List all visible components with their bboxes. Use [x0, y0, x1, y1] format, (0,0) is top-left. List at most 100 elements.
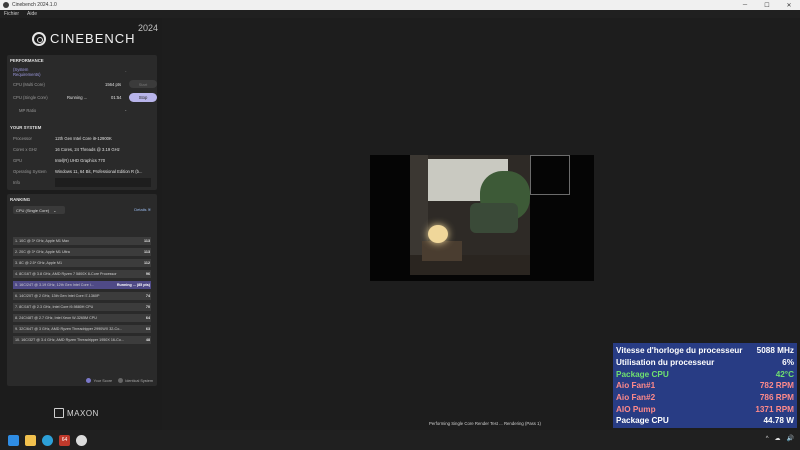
single-core-status: Running ... [67, 95, 88, 100]
menu-fichier[interactable]: Fichier [4, 11, 19, 17]
ranking-dropdown-label: CPU (Single Core) [16, 207, 50, 213]
system-row-processor: Processor 12th Gen Intel Core i9-12900K [13, 134, 153, 143]
window-controls: ─ ☐ ✕ [734, 0, 800, 10]
chevron-down-icon: ⌄ [53, 207, 57, 213]
info-label: Info [13, 180, 20, 185]
tray-chevron-icon[interactable]: ^ [766, 436, 769, 442]
app-icon [3, 2, 9, 8]
system-requirements-link[interactable]: (System Requirements) [13, 67, 55, 77]
taskbar: 64 ^ ☁ 🔊 [0, 430, 800, 450]
ranking-item[interactable]: 5. 16C/24T @ 3.19 GHz, 12th Gen Intel Co… [13, 281, 151, 289]
overlay-label: Package CPU [616, 369, 669, 379]
ranking-item-label: 8. 24C/48T @ 2.7 GHz, Intel Xeon W-3265M… [15, 316, 97, 320]
filter-icon: ≋ [147, 207, 151, 212]
ranking-item-label: 4. 8C/16T @ 3.8 GHz, AMD Ryzen 7 5800X 8… [15, 272, 117, 276]
performance-title: PERFORMANCE [10, 58, 44, 63]
cinebench-icon[interactable] [76, 434, 87, 446]
maxon-logo-icon [54, 408, 64, 418]
ranking-item-score: 48 [145, 338, 150, 342]
ranking-item[interactable]: 7. 8C/16T @ 2.3 GHz, Intel Core i9-9880H… [13, 303, 151, 311]
ranking-item-score: Running ... (85 pts) [116, 283, 150, 287]
render-image [410, 155, 530, 275]
cloud-icon[interactable]: ☁ [775, 435, 781, 442]
ranking-dropdown[interactable]: CPU (Single Core) ⌄ [13, 206, 65, 214]
perf-row-sysreq: (System Requirements) - [13, 67, 153, 77]
file-explorer-icon[interactable] [25, 434, 36, 446]
ranking-item-label: 3. 8C @ 2.5* GHz, Apple M1 [15, 261, 62, 265]
identical-system-dot [118, 378, 124, 383]
overlay-row: Aio Fan#2 786 RPM [616, 392, 794, 404]
info-field[interactable] [55, 178, 151, 187]
windows-icon[interactable] [8, 434, 19, 446]
single-core-stop-button[interactable]: Stop [129, 93, 157, 102]
overlay-value: 1371 RPM [755, 404, 794, 414]
ranking-item-score: 63 [145, 327, 150, 331]
perf-row-mpratio: MP Ratio - [13, 106, 153, 115]
edge-icon[interactable] [42, 434, 53, 446]
overlay-row: Aio Fan#1 782 RPM [616, 380, 794, 392]
gpu-label: GPU [13, 158, 23, 163]
cinebench-logo: CINEBENCH [32, 31, 136, 46]
hwinfo-overlay: Vitesse d'horloge du processeur 5088 MHz U… [613, 343, 797, 428]
overlay-value: 786 RPM [759, 393, 794, 403]
ranking-item-label: 10. 16C/32T @ 3.4 GHz, AMD Ryzen Threadr… [15, 338, 124, 342]
overlay-value: 5088 MHz [756, 346, 794, 356]
ranking-item[interactable]: 4. 8C/16T @ 3.8 GHz, AMD Ryzen 7 5800X 8… [13, 270, 151, 278]
overlay-label: Utilisation du processeur [616, 358, 715, 368]
os-label: Operating System [13, 169, 47, 174]
identical-system-label: Identical System [125, 378, 153, 383]
single-core-timer: 01:54 [111, 95, 122, 100]
system-tray: ^ ☁ 🔊 [760, 435, 794, 443]
window-title: Cinebench 2024.1.0 [12, 2, 57, 8]
overlay-row: AIO Pump 1371 RPM [616, 403, 794, 415]
overlay-row: Utilisation du processeur 6% [616, 357, 794, 369]
scene-table [422, 241, 462, 261]
system-row-gpu: GPU Intel(R) UHD Graphics 770 [13, 156, 153, 165]
ranking-item[interactable]: 9. 32C/64T @ 3 GHz, AMD Ryzen Threadripp… [13, 325, 151, 333]
overlay-label: Vitesse d'horloge du processeur [616, 346, 743, 356]
system-panel: YOUR SYSTEM Processor 12th Gen Intel Cor… [7, 122, 157, 190]
ranking-item-score: 64 [145, 316, 150, 320]
speaker-icon[interactable]: 🔊 [787, 435, 794, 442]
ranking-item[interactable]: 8. 24C/48T @ 2.7 GHz, Intel Xeon W-3265M… [13, 314, 151, 322]
details-link[interactable]: Details ≋ [134, 207, 151, 212]
ranking-item-label: 9. 32C/64T @ 3 GHz, AMD Ryzen Threadripp… [15, 327, 123, 331]
render-viewport [370, 155, 594, 281]
ranking-legend: Your Score Identical System [80, 378, 153, 383]
perf-row-multi: CPU (Multi Core) 1564 pts Start [13, 80, 157, 89]
overlay-value: 42°C [775, 369, 794, 379]
overlay-label: Aio Fan#2 [616, 393, 656, 403]
app-root: Cinebench 2024.1.0 ─ ☐ ✕ Fichier Aide CI… [0, 0, 800, 450]
scene-chair [470, 203, 518, 233]
ranking-panel: RANKING CPU (Single Core) ⌄ Details ≋ 1.… [7, 194, 157, 386]
close-button[interactable]: ✕ [778, 0, 800, 10]
mp-ratio-label: MP Ratio [19, 108, 37, 113]
maximize-button[interactable]: ☐ [756, 0, 778, 10]
ranking-item-score: 70 [145, 305, 150, 309]
render-bucket [530, 155, 570, 195]
overlay-label: Aio Fan#1 [616, 381, 656, 391]
cores-value: 16 Cores, 24 Threads @ 3.19 GHz [55, 147, 120, 152]
overlay-value: 44.78 W [763, 416, 795, 426]
ranking-item-label: 6. 14C/20T @ 2 GHz, 13th Gen Intel Core … [15, 294, 100, 298]
maxon-text: MAXON [67, 408, 99, 418]
sysreq-dash: - [125, 69, 127, 74]
render-status: Performing Single Core Render Test ... R… [429, 421, 541, 426]
multi-core-start-button[interactable]: Start [129, 80, 157, 88]
ranking-item-label: 7. 8C/16T @ 2.3 GHz, Intel Core i9-9880H… [15, 305, 94, 309]
your-score-label: Your Score [93, 378, 113, 383]
menu-bar: Fichier Aide [0, 10, 800, 18]
scene-lamp [428, 225, 448, 243]
menu-aide[interactable]: Aide [27, 11, 37, 17]
cores-label: Cores x GHz [13, 147, 37, 152]
ranking-item[interactable]: 3. 8C @ 2.5* GHz, Apple M1 112 [13, 259, 151, 267]
ranking-item-score: 113 [144, 250, 150, 254]
overlay-label: Package CPU [616, 416, 669, 426]
ranking-item[interactable]: 10. 16C/32T @ 3.4 GHz, AMD Ryzen Threadr… [13, 336, 151, 344]
hwinfo-icon[interactable]: 64 [59, 434, 70, 446]
ranking-item[interactable]: 6. 14C/20T @ 2 GHz, 13th Gen Intel Core … [13, 292, 151, 300]
left-panel: CINEBENCH 2024 PERFORMANCE (System Requi… [0, 18, 162, 430]
ranking-item[interactable]: 1. 10C @ 3* GHz, Apple M1 Max 113 [13, 237, 151, 245]
minimize-button[interactable]: ─ [734, 0, 756, 10]
ranking-item[interactable]: 2. 20C @ 3* GHz, Apple M1 Ultra 113 [13, 248, 151, 256]
